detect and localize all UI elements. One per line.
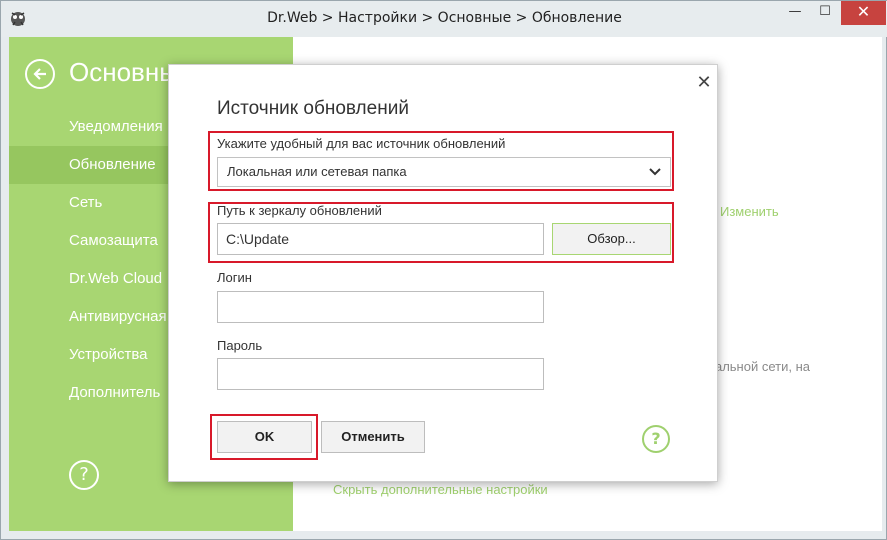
close-window-button[interactable]: ✕ [841, 1, 886, 25]
password-label: Пароль [217, 338, 263, 353]
arrow-left-icon [33, 68, 46, 80]
change-link[interactable]: Изменить [720, 204, 779, 219]
close-dialog-icon[interactable]: ✕ [694, 73, 714, 93]
mirror-highlight-box [208, 202, 674, 263]
password-input[interactable] [217, 358, 544, 390]
hide-advanced-settings-link[interactable]: Скрыть дополнительные настройки [333, 482, 548, 497]
cancel-button[interactable]: Отменить [321, 421, 425, 453]
dialog-help-icon[interactable]: ? [642, 425, 670, 453]
maximize-button[interactable]: ☐ [811, 1, 839, 25]
dialog-title: Источник обновлений [217, 98, 409, 119]
sidebar-help-icon[interactable]: ? [69, 460, 99, 490]
lan-description-text: кальной сети, на [709, 359, 810, 374]
title-bar[interactable]: Dr.Web > Настройки > Основные > Обновлен… [1, 1, 887, 37]
source-highlight-box [208, 131, 674, 191]
login-input[interactable] [217, 291, 544, 323]
login-label: Логин [217, 270, 252, 285]
back-button[interactable] [25, 59, 55, 89]
ok-highlight-box [210, 414, 318, 460]
window-title: Dr.Web > Настройки > Основные > Обновлен… [267, 10, 622, 26]
minimize-button[interactable]: — [781, 1, 809, 25]
